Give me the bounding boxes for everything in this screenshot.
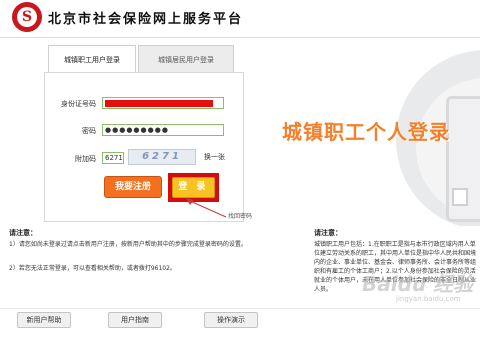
notice-right-title: 请注意：: [314, 229, 342, 237]
captcha-label: 附加码: [75, 155, 96, 163]
id-number-input[interactable]: [102, 97, 224, 109]
user-guide-button[interactable]: 用户指南: [108, 312, 162, 328]
captcha-image: 6271: [128, 149, 196, 165]
refresh-captcha-link[interactable]: 换一张: [204, 152, 225, 162]
notice-left-title: 请注意：: [9, 229, 37, 237]
password-label: 密码: [82, 127, 96, 135]
footer-divider: [0, 308, 480, 309]
banner-title: 城镇职工个人登录: [282, 120, 450, 144]
notice-left-item-1: 1）请您如尚未登录过请点击新用户注册，按新用户帮助其中的步骤完成登录密码的设置。: [9, 241, 247, 248]
id-number-label: 身份证号码: [61, 100, 96, 108]
baidu-watermark-url: jingyan.baidu.com: [396, 295, 461, 303]
register-button[interactable]: 我要注册: [104, 176, 162, 198]
tab-employee-login[interactable]: 城镇职工用户登录: [48, 45, 136, 73]
new-user-help-button[interactable]: 新用户帮助: [17, 312, 71, 328]
forgot-password-link[interactable]: 找回密码: [228, 211, 252, 220]
login-banner: 城镇职工个人登录: [276, 38, 480, 226]
logo-letter: S: [17, 7, 37, 27]
notice-left-item-2: 2）若您无法正常登录，可以查看相关帮助，或者拨打96102。: [9, 265, 176, 272]
annotation-arrow-icon: [186, 198, 227, 218]
site-title: 北京市社会保险网上服务平台: [48, 12, 244, 27]
password-input[interactable]: ●●●●●●●●●: [102, 124, 224, 136]
baidu-watermark: Baidu 经验: [362, 272, 474, 296]
captcha-input[interactable]: 6271: [102, 152, 124, 164]
demo-button[interactable]: 操作演示: [204, 312, 258, 328]
site-logo: S: [12, 2, 42, 32]
tab-resident-login[interactable]: 城镇居民用户登录: [138, 45, 234, 73]
redacted-id-bar: [105, 100, 213, 107]
